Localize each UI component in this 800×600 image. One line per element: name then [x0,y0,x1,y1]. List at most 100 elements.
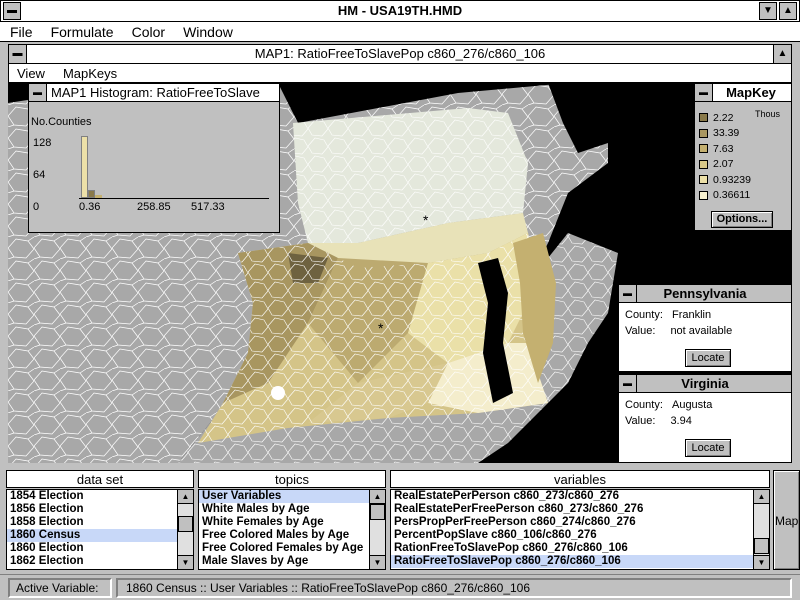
variables-list[interactable]: RealEstatePerPerson c860_273/c860_276 Rea… [390,489,770,570]
window-menu-icon: ▬ [699,87,708,97]
menu-mapkeys[interactable]: MapKeys [63,66,117,81]
scroll-thumb[interactable] [178,516,193,532]
histogram-axis [79,198,269,199]
mapkey-swatch[interactable] [699,113,708,123]
app-title-bar: ▬ HM - USA19TH.HMD ▼ ▲ [0,0,800,22]
mapkey-swatch[interactable] [699,128,708,138]
data-set-item[interactable]: 1858 Election [7,516,177,529]
va-county-row: County: Augusta [625,399,712,411]
variable-item[interactable]: PercentPopSlave c860_106/c860_276 [391,529,753,542]
menu-view[interactable]: View [17,66,45,81]
topics-panel: topics User Variables White Males by Age W… [198,470,386,570]
data-set-item[interactable]: 1862 Election [7,555,177,568]
topics-scrollbar[interactable]: ▲ ▼ [369,490,385,569]
data-set-list[interactable]: 1854 Election 1856 Election 1858 Election 1… [6,489,194,570]
topic-item[interactable]: White Males by Age [199,503,369,516]
capital-star-icon: * [378,320,384,336]
scroll-up-icon[interactable]: ▲ [754,490,769,504]
mapkey-menu-button[interactable]: ▬ [695,84,713,101]
virginia-info-window[interactable]: ▬ Virginia County: Augusta Value: 3.94 L… [618,374,792,463]
data-set-scrollbar[interactable]: ▲ ▼ [177,490,193,569]
scroll-up-icon[interactable]: ▲ [370,490,385,504]
va-county-value: Augusta [671,399,713,411]
capital-star-icon: * [423,212,429,228]
map-window-menu-button[interactable]: ▬ [9,45,27,63]
data-set-title: data set [6,470,194,488]
histogram-ytick: 128 [33,137,52,149]
histogram-xtick: 517.33 [191,201,225,213]
window-menu-icon: ▬ [623,288,632,298]
histogram-menu-button[interactable]: ▬ [29,84,47,101]
maximize-button[interactable]: ▲ [779,2,797,20]
mapkey-item: 2.07 [699,157,769,173]
virginia-menu-button[interactable]: ▬ [619,375,637,392]
window-menu-icon: ▬ [33,87,42,97]
mapkey-item: 7.63 [699,141,769,157]
variables-panel: variables RealEstatePerPerson c860_273/c… [390,470,770,570]
app-title: HM - USA19TH.HMD [337,3,463,18]
mapkey-label: 0.93239 [713,173,751,186]
pennsylvania-title-bar: ▬ Pennsylvania [619,285,791,303]
topics-list[interactable]: User Variables White Males by Age White Fe… [198,489,386,570]
variable-item[interactable]: RationFreeToSlavePop c860_276/c860_106 [391,542,753,555]
mapkey-swatch[interactable] [699,190,708,200]
topic-item[interactable]: User Variables [199,490,369,503]
mapkey-swatch[interactable] [699,144,708,154]
map-window-title: MAP1: RatioFreeToSlavePop c860_276/c860_… [254,46,546,61]
scroll-thumb[interactable] [754,538,769,554]
map-button[interactable]: Map [773,470,800,570]
menu-formulate[interactable]: Formulate [51,24,114,40]
mapkey-item: 33.39 [699,126,769,142]
histogram-bar [81,136,88,198]
scroll-up-icon[interactable]: ▲ [178,490,193,504]
topics-title: topics [198,470,386,488]
value-label: Value: [625,415,656,427]
va-locate-button[interactable]: Locate [685,439,731,457]
topic-item[interactable]: Male Slaves by Age [199,555,369,568]
variable-item[interactable]: RatioFreeToSlavePop c860_276/c860_106 [391,555,753,568]
pennsylvania-info-window[interactable]: ▬ Pennsylvania County: Franklin Value: n… [618,284,792,372]
mapkey-swatch[interactable] [699,175,708,185]
mapkey-swatch[interactable] [699,159,708,169]
topic-item[interactable]: Free Colored Males by Age [199,529,369,542]
virginia-title-bar: ▬ Virginia [619,375,791,393]
pa-locate-button[interactable]: Locate [685,349,731,367]
system-menu-button[interactable]: ▬ [3,2,21,20]
va-value: 3.94 [670,415,692,427]
menu-window[interactable]: Window [183,24,233,40]
variables-scrollbar[interactable]: ▲ ▼ [753,490,769,569]
mapkey-title-bar: ▬ MapKey [695,84,791,102]
variable-item[interactable]: PersPropPerFreePerson c860_274/c860_276 [391,516,753,529]
topic-item[interactable]: White Females by Age [199,516,369,529]
variable-item[interactable]: RealEstatePerFreePerson c860_273/c860_27… [391,503,753,516]
histogram-xtick: 258.85 [137,201,171,213]
scroll-down-icon[interactable]: ▼ [754,555,769,569]
data-set-item[interactable]: 1860 Election [7,542,177,555]
status-label: Active Variable: [16,581,99,595]
value-label: Value: [625,325,656,337]
data-set-item[interactable]: 1856 Election [7,503,177,516]
topic-item[interactable]: Free Colored Females by Age [199,542,369,555]
scroll-down-icon[interactable]: ▼ [370,555,385,569]
window-menu-icon: ▬ [623,378,632,388]
minimize-icon: ▼ [763,5,773,16]
minimize-button[interactable]: ▼ [759,2,777,20]
histogram-window[interactable]: ▬ MAP1 Histogram: RatioFreeToSlave No.Co… [28,83,280,233]
mapkey-window[interactable]: ▬ MapKey Thous 2.22 33.39 7.63 2.07 0.93239 0… [694,83,792,231]
histogram-xtick: 0.36 [79,201,101,213]
data-set-item[interactable]: 1854 Election [7,490,177,503]
scroll-down-icon[interactable]: ▼ [178,555,193,569]
scroll-thumb[interactable] [370,504,385,520]
histogram-bar [88,190,95,198]
options-button[interactable]: Options... [711,211,773,228]
variable-item[interactable]: RealEstatePerPerson c860_273/c860_276 [391,490,753,503]
menu-file[interactable]: File [10,24,33,40]
menu-color[interactable]: Color [132,24,165,40]
map-maximize-button[interactable]: ▲ [773,45,791,63]
map-canvas[interactable]: * * ▬ MAP1 Histogram: RatioFreeToSlave N… [8,83,792,463]
pa-county-value: Franklin [671,309,712,321]
pennsylvania-menu-button[interactable]: ▬ [619,285,637,302]
variables-title: variables [390,470,770,488]
data-set-panel: data set 1854 Election 1856 Election 1858 … [6,470,194,570]
data-set-item[interactable]: 1860 Census [7,529,177,542]
